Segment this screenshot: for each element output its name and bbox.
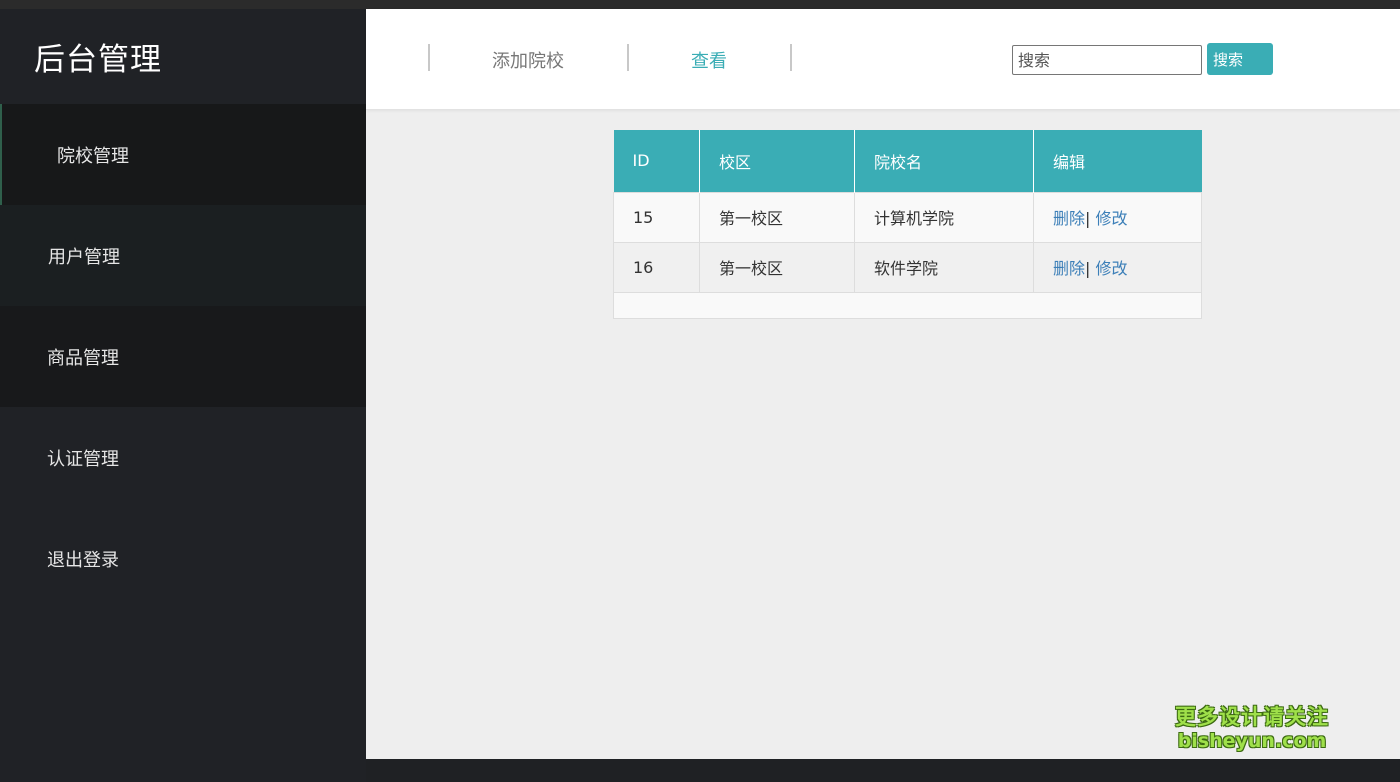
column-header-edit: 编辑 [1033,130,1202,192]
sidebar-item-user-management[interactable]: 用户管理 [0,205,366,306]
column-header-id: ID [613,130,700,192]
watermark: 更多设计请关注 bisheyun.com [1172,704,1332,754]
search-input[interactable] [1012,45,1202,75]
table-empty-row [613,291,1202,319]
sidebar-item-label: 退出登录 [47,549,119,571]
tab-add-college[interactable]: 添加院校 [492,47,564,73]
table-row: 16 第一校区 软件学院 删除| 修改 [613,241,1202,293]
cell-college-name: 软件学院 [854,241,1034,293]
sidebar: 后台管理 院校管理 用户管理 商品管理 认证管理 退出登录 [0,9,366,782]
sidebar-item-college-management[interactable]: 院校管理 [0,104,366,205]
cell-actions: 删除| 修改 [1033,241,1202,293]
sidebar-item-label: 商品管理 [47,347,119,369]
app-title: 后台管理 [34,42,162,78]
college-table: ID 校区 院校名 编辑 15 第一校区 计算机学院 删除| 修改 16 第一校… [613,130,1202,319]
sidebar-item-label: 院校管理 [57,145,129,167]
action-separator: | [1085,259,1091,278]
cell-id: 16 [613,241,700,293]
sidebar-item-product-management[interactable]: 商品管理 [0,306,366,407]
window-top-strip [0,0,1400,9]
search-button[interactable]: 搜索 [1207,43,1273,75]
tab-divider [790,44,792,71]
tab-view[interactable]: 查看 [691,47,727,73]
cell-campus: 第一校区 [699,191,855,243]
delete-link[interactable]: 删除 [1053,209,1085,228]
action-separator: | [1085,209,1091,228]
table-header-row: ID 校区 院校名 编辑 [613,130,1202,192]
delete-link[interactable]: 删除 [1053,259,1085,278]
table-row: 15 第一校区 计算机学院 删除| 修改 [613,191,1202,243]
window-bottom-strip [366,759,1400,782]
cell-actions: 删除| 修改 [1033,191,1202,243]
column-header-college-name: 院校名 [854,130,1034,192]
cell-id: 15 [613,191,700,243]
sidebar-item-certification-management[interactable]: 认证管理 [0,407,366,508]
top-toolbar: 添加院校 查看 搜索 [366,9,1400,110]
watermark-line-1: 更多设计请关注 [1175,705,1329,729]
watermark-line-2: bisheyun.com [1177,730,1327,753]
edit-link[interactable]: 修改 [1096,259,1128,278]
main-content: 添加院校 查看 搜索 ID 校区 院校名 编辑 15 第一校区 计算机学院 [366,9,1400,759]
sidebar-item-logout[interactable]: 退出登录 [0,508,366,609]
tab-divider [627,44,629,71]
edit-link[interactable]: 修改 [1096,209,1128,228]
column-header-campus: 校区 [699,130,855,192]
tab-divider [428,44,430,71]
cell-college-name: 计算机学院 [854,191,1034,243]
sidebar-item-label: 用户管理 [48,246,120,268]
cell-campus: 第一校区 [699,241,855,293]
sidebar-item-label: 认证管理 [47,448,119,470]
empty-cell [613,291,1202,319]
